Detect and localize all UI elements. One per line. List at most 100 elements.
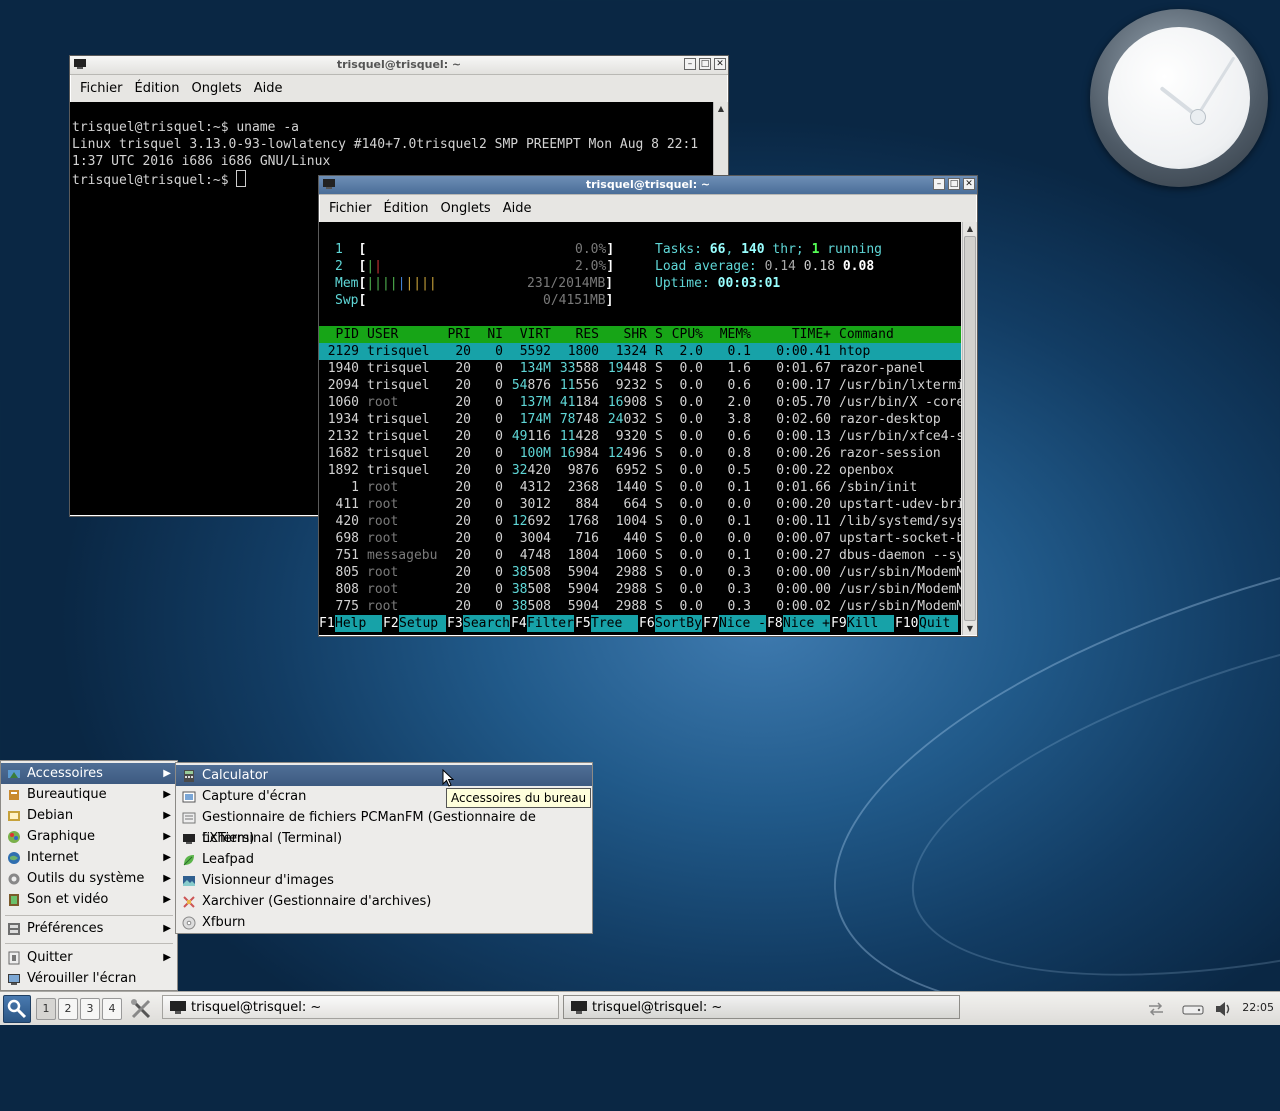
column-header-time[interactable]: TIME+: [792, 326, 831, 343]
table-row[interactable]: 751 messagebu 20 0 4748 1804 1060 S 0.0 0.1 0:00.2…: [319, 547, 961, 564]
table-row[interactable]: 1892 trisquel 20 0 32420 9876 6952 S 0.0 0.5 0:00.…: [319, 462, 961, 479]
scroll-up-arrow[interactable]: ▲: [963, 222, 977, 235]
column-header-res[interactable]: RES: [576, 326, 599, 343]
fkey-label[interactable]: Kill: [847, 615, 894, 632]
minimize-button[interactable]: –: [933, 178, 945, 190]
column-header-user[interactable]: USER: [367, 326, 398, 343]
terminal-window-2[interactable]: trisquel@trisquel: ~ – □ ✕ Fichier Éditi…: [318, 175, 978, 637]
chevron-right-icon: ▶: [163, 873, 171, 884]
taskbar-task-2[interactable]: trisquel@trisquel: ~: [563, 995, 960, 1019]
fkey-label[interactable]: Nice +: [783, 615, 830, 632]
submenu-item-calculator[interactable]: Calculator: [176, 765, 592, 786]
menu-item-son-et-video[interactable]: Son et vidéo ▶: [1, 889, 177, 910]
table-row[interactable]: 698 root 20 0 3004 716 440 S 0.0 0.0 0:00.07 upstar…: [319, 530, 961, 547]
drive-icon[interactable]: [1182, 1000, 1204, 1018]
desktop-switch-3[interactable]: 3: [80, 998, 100, 1020]
close-button[interactable]: ✕: [963, 178, 975, 190]
column-header-command[interactable]: Command: [839, 326, 894, 343]
fkey-label[interactable]: Tree: [591, 615, 638, 632]
table-row[interactable]: 808 root 20 0 38508 5904 2988 S 0.0 0.3 0:00.00/us…: [319, 581, 961, 598]
scroll-thumb[interactable]: [964, 236, 976, 621]
menu-aide[interactable]: Aide: [254, 81, 283, 96]
submenu-item-terminal[interactable]: LXTerminal (Terminal): [176, 828, 592, 849]
desktop-switch-2[interactable]: 2: [58, 998, 78, 1020]
menu-item-preferences[interactable]: Préférences ▶: [1, 918, 177, 939]
table-row[interactable]: 420 root 20 0 12692 1768 1004 S 0.0 0.1 0:00.11/li…: [319, 513, 961, 530]
fkey-label[interactable]: Search: [463, 615, 510, 632]
start-menu[interactable]: Accessoires ▶ Bureautique ▶ Debian ▶ Graphique…: [0, 760, 178, 991]
fkey-label[interactable]: Help: [335, 615, 382, 632]
film-icon: [9, 894, 19, 906]
table-row[interactable]: 1934 trisquel 20 0 174M 78748 24032 S 0.0 3.8 0:02…: [319, 411, 961, 428]
taskbar-clock[interactable]: 22:05: [1242, 1001, 1274, 1014]
submenu-item-disc[interactable]: Xfburn: [176, 912, 592, 933]
taskbar-task-1[interactable]: trisquel@trisquel: ~: [162, 995, 559, 1019]
column-header-pid[interactable]: PID: [336, 326, 359, 343]
tools-icon[interactable]: [130, 998, 152, 1020]
table-row[interactable]: 805 root 20 0 38508 5904 2988 S 0.0 0.3 0:00.00/us…: [319, 564, 961, 581]
menu-onglets[interactable]: Onglets: [440, 201, 490, 216]
menu-onglets[interactable]: Onglets: [191, 81, 241, 96]
start-button[interactable]: [3, 995, 31, 1023]
menu-fichier[interactable]: Fichier: [329, 201, 372, 216]
menu-aide[interactable]: Aide: [503, 201, 532, 216]
fkey-label[interactable]: Nice -: [719, 615, 766, 632]
menu-item-graphique[interactable]: Graphique ▶: [1, 826, 177, 847]
maximize-button[interactable]: □: [948, 178, 960, 190]
menu-item-outils-du-systeme[interactable]: Outils du système ▶: [1, 868, 177, 889]
submenu-item-image-viewer[interactable]: Visionneur d'images: [176, 870, 592, 891]
cell-cpu: 0.0: [679, 497, 703, 512]
cell-ni: 0: [495, 463, 503, 478]
menu-item-internet[interactable]: Internet ▶: [1, 847, 177, 868]
terminal-2-scrollbar[interactable]: ▲ ▼: [962, 222, 977, 635]
htop-output[interactable]: 1 [ 0.0%] 2 [|| 2.0%] Mem[||||||||| 231/…: [319, 222, 961, 635]
menu-item-bureautique[interactable]: Bureautique ▶: [1, 784, 177, 805]
table-row[interactable]: 2094 trisquel 20 0 54876 11556 9232 S 0.0 0.6 0:00…: [319, 377, 961, 394]
table-row[interactable]: 1 root 20 0 4312 2368 1440 S 0.0 0.1 0:01.66/sbin/…: [319, 479, 961, 496]
network-icon[interactable]: [1146, 1000, 1166, 1018]
scroll-up-arrow[interactable]: ▲: [714, 102, 728, 115]
menu-fichier[interactable]: Fichier: [80, 81, 123, 96]
table-row[interactable]: 775 root 20 0 38508 5904 2988 S 0.0 0.3 0:00.02/us…: [319, 598, 961, 615]
table-row[interactable]: 2129 trisquel 20 0 5592 1800 1324 R 2.0 0.1 0:00.4…: [319, 343, 961, 360]
fkey-label[interactable]: Setup: [399, 615, 446, 632]
cell-res: 884: [575, 497, 599, 512]
desktop-switch-4[interactable]: 4: [102, 998, 122, 1020]
volume-icon[interactable]: [1214, 1000, 1234, 1018]
menu-item-quit[interactable]: Quitter ▶: [1, 947, 177, 968]
chevron-right-icon: ▶: [163, 831, 171, 842]
column-header-virt[interactable]: VIRT: [520, 326, 551, 343]
minimize-button[interactable]: –: [684, 58, 696, 70]
column-header-ni[interactable]: NI: [487, 326, 503, 343]
column-header-mem[interactable]: MEM%: [720, 326, 751, 343]
scroll-down-arrow[interactable]: ▼: [963, 622, 977, 635]
terminal-1-titlebar[interactable]: trisquel@trisquel: ~ – □ ✕: [70, 56, 728, 75]
menu-item-lock-screen[interactable]: Vérouiller l'écran: [1, 968, 177, 989]
menu-edition[interactable]: Édition: [384, 201, 429, 216]
fkey-label[interactable]: Quit: [919, 615, 959, 632]
table-row[interactable]: 411 root 20 0 3012 884 664 S 0.0 0.0 0:00.20 upstar…: [319, 496, 961, 513]
submenu-item-archive[interactable]: Xarchiver (Gestionnaire d'archives): [176, 891, 592, 912]
menu-edition[interactable]: Édition: [135, 81, 180, 96]
htop-function-keys[interactable]: F1 Help F2 Setup F3 Search F4 Filter F5 Tree F6…: [319, 615, 961, 632]
column-header-shr[interactable]: SHR: [624, 326, 647, 343]
terminal-2-titlebar[interactable]: trisquel@trisquel: ~ – □ ✕: [319, 176, 977, 195]
htop-column-header[interactable]: PID USER PRI NI VIRT RES SHR S CPU% MEM% TIME+ Comm…: [319, 326, 961, 343]
htop-process-list[interactable]: 2129 trisquel 20 0 5592 1800 1324 R 2.0 0.1 0:00.4…: [319, 343, 961, 615]
column-header-s[interactable]: S: [655, 326, 663, 343]
maximize-button[interactable]: □: [699, 58, 711, 70]
menu-item-debian[interactable]: Debian ▶: [1, 805, 177, 826]
menu-item-accessoires[interactable]: Accessoires ▶: [1, 763, 177, 784]
table-row[interactable]: 1060 root 20 0 137M 41184 16908 S 0.0 2.0 0:05.70 /…: [319, 394, 961, 411]
fkey-label[interactable]: Filter: [527, 615, 574, 632]
desktop-switch-1[interactable]: 1: [36, 998, 56, 1020]
table-row[interactable]: 2132 trisquel 20 0 49116 11428 9320 S 0.0 0.6 0:00…: [319, 428, 961, 445]
table-row[interactable]: 1940 trisquel 20 0 134M 33588 19448 S 0.0 1.6 0:01…: [319, 360, 961, 377]
submenu-item-leafpad[interactable]: Leafpad: [176, 849, 592, 870]
fkey-label[interactable]: SortBy: [655, 615, 702, 632]
column-header-cpu[interactable]: CPU%: [672, 326, 703, 343]
submenu-item-file-manager[interactable]: Gestionnaire de fichiers PCManFM (Gestio…: [176, 807, 592, 846]
table-row[interactable]: 1682 trisquel 20 0 100M 16984 12496 S 0.0 0.8 0:00…: [319, 445, 961, 462]
close-button[interactable]: ✕: [714, 58, 726, 70]
column-header-pri[interactable]: PRI: [448, 326, 471, 343]
